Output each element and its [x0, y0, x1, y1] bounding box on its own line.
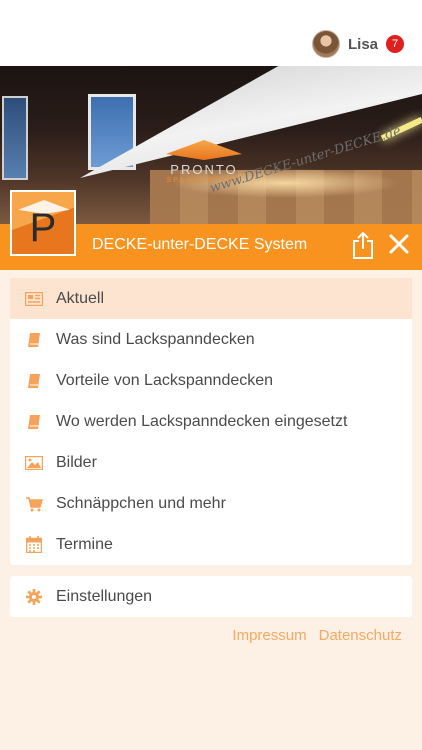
settings-label: Einstellungen: [56, 587, 153, 605]
app-title: DECKE-unter-DECKE System: [92, 236, 308, 253]
datenschutz-link[interactable]: Datenschutz: [319, 627, 402, 644]
menu-item-wo-eingesetzt[interactable]: Wo werden Lackspanndecken eingesetzt: [10, 401, 412, 442]
nav-menu: Aktuell Was sind Lackspanndecken Vorteil…: [10, 278, 412, 565]
menu-item-was-sind[interactable]: Was sind Lackspanndecken: [10, 319, 412, 360]
menu-item-einstellungen[interactable]: Einstellungen: [10, 576, 412, 617]
user-menu[interactable]: Lisa 7: [311, 30, 404, 58]
close-button[interactable]: [386, 232, 412, 260]
notification-badge[interactable]: 7: [386, 35, 404, 53]
menu-item-schnaeppchen[interactable]: Schnäppchen und mehr: [10, 483, 412, 524]
menu-label: Was sind Lackspanndecken: [56, 330, 255, 348]
share-button[interactable]: [350, 230, 376, 260]
image-icon: [24, 453, 44, 473]
menu-item-termine[interactable]: Termine: [10, 524, 412, 565]
close-icon: [389, 234, 409, 254]
impressum-link[interactable]: Impressum: [232, 627, 306, 644]
gear-icon: [24, 587, 44, 607]
menu-label: Wo werden Lackspanndecken eingesetzt: [56, 412, 348, 430]
top-bar: Lisa 7: [0, 0, 422, 66]
avatar[interactable]: [311, 30, 340, 58]
share-icon: [353, 231, 373, 259]
calendar-icon: [24, 535, 44, 555]
book-icon: [24, 412, 44, 432]
book-icon: [24, 330, 44, 350]
cart-icon: [24, 494, 44, 514]
menu-label: Schnäppchen und mehr: [56, 494, 226, 512]
footer-links: Impressum Datenschutz: [232, 627, 402, 644]
logo-letter: P: [29, 206, 57, 250]
menu-label: Bilder: [56, 453, 97, 471]
menu-item-vorteile[interactable]: Vorteile von Lackspanndecken: [10, 360, 412, 401]
menu-item-aktuell[interactable]: Aktuell: [10, 278, 412, 319]
newspaper-icon: [24, 289, 44, 309]
menu-item-bilder[interactable]: Bilder: [10, 442, 412, 483]
menu-label: Termine: [56, 535, 113, 553]
user-name[interactable]: Lisa: [348, 36, 378, 53]
pronto-roof-icon: [166, 140, 242, 160]
hero-window-left: [2, 96, 28, 180]
app-logo: P: [10, 190, 76, 256]
book-icon: [24, 371, 44, 391]
menu-label: Aktuell: [56, 289, 105, 307]
menu-label: Vorteile von Lackspanndecken: [56, 371, 274, 389]
